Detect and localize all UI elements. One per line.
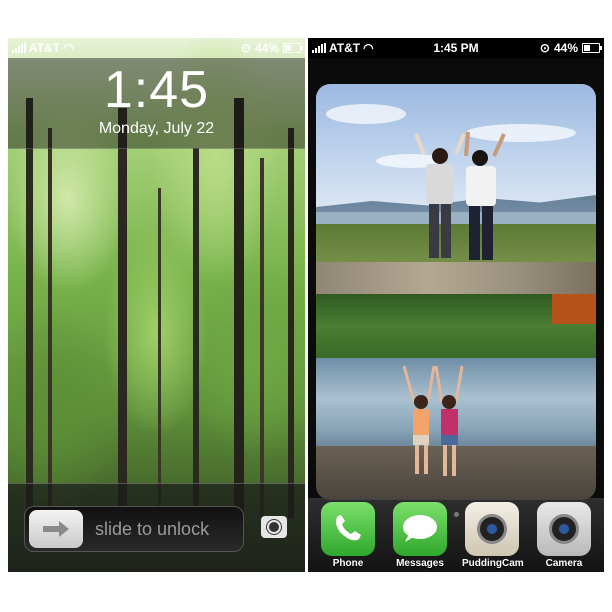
dock-app-phone[interactable]: Phone [318,502,378,569]
puddingcam-icon [465,502,519,556]
lock-time: 1:45 [103,61,210,119]
camera-shortcut-button[interactable] [261,516,287,538]
carrier-label: AT&T [29,41,61,55]
lock-rotation-icon: ⊙ [539,41,550,55]
home-wallpaper-area [308,58,604,572]
unlock-slider-knob[interactable] [29,510,83,548]
battery-percent: 44% [254,41,279,55]
wallpaper-photo [316,84,596,500]
dock: Phone Messages PuddingCam Camera [308,498,604,572]
battery-icon [582,43,602,53]
dock-app-messages[interactable]: Messages [390,502,450,569]
messages-icon [393,502,447,556]
wifi-icon: ◠ [63,41,74,55]
battery-icon [283,43,303,53]
battery-percent: 44% [553,41,578,55]
phone-icon [321,502,375,556]
arrow-right-icon [43,521,69,537]
lock-screen: AT&T ◠ ⊙ 44% 1:45 Monday, July 22 slide … [8,38,305,572]
unlock-bar: slide to unlock [8,483,305,572]
lock-rotation-icon: ⊙ [240,41,251,55]
camera-icon [537,502,591,556]
people-bottom [402,365,464,476]
camera-icon [267,520,281,534]
slide-to-unlock-label: slide to unlock [95,519,210,539]
lock-clock-panel: 1:45 Monday, July 22 [8,58,305,149]
status-bar: AT&T ◠ ⊙ 44% [8,38,305,58]
unlock-slider-track[interactable]: slide to unlock [24,506,244,552]
dock-app-puddingcam[interactable]: PuddingCam [462,502,524,569]
signal-icon [12,43,26,53]
home-screen: AT&T ◠ 1:45 PM ⊙ 44% Phone Messages Pudd… [308,38,604,572]
status-bar: AT&T ◠ 1:45 PM ⊙ 44% [308,38,604,58]
dock-app-camera[interactable]: Camera [534,502,594,569]
lock-date: Monday, July 22 [98,120,215,137]
